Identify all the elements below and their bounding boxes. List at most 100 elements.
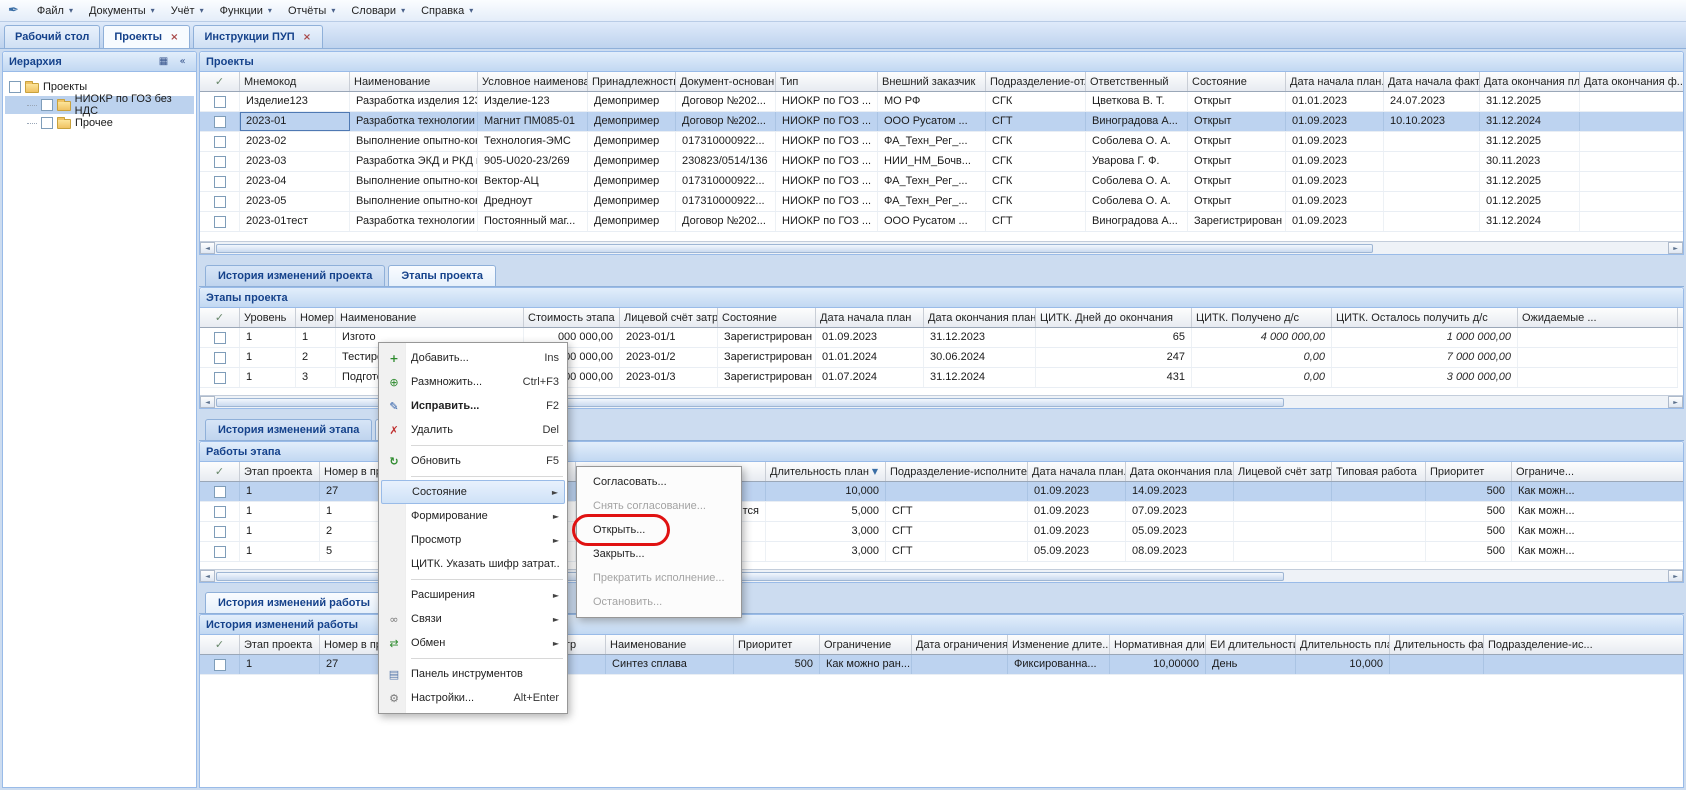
cell[interactable]: 1 bbox=[240, 655, 320, 674]
cell[interactable] bbox=[1580, 152, 1683, 171]
cell[interactable]: Демопример bbox=[588, 192, 676, 211]
checkbox[interactable] bbox=[214, 506, 226, 518]
close-tab-icon[interactable]: × bbox=[302, 32, 312, 43]
row-select-cell[interactable] bbox=[200, 152, 240, 171]
cell[interactable]: 01.01.2024 bbox=[816, 348, 924, 367]
cell[interactable]: Магнит ПМ085-01 bbox=[478, 112, 588, 131]
cell[interactable]: ФА_Техн_Рег_... bbox=[878, 192, 986, 211]
cell[interactable]: НИОКР по ГОЗ ... bbox=[776, 132, 878, 151]
column-header[interactable]: Ожидаемые ... bbox=[1518, 308, 1678, 327]
scroll-right-button[interactable]: ► bbox=[1668, 242, 1683, 254]
cell[interactable]: 2023-01/2 bbox=[620, 348, 718, 367]
cell[interactable]: СГТ bbox=[986, 212, 1086, 231]
cell[interactable]: Изделие123 bbox=[240, 92, 350, 111]
cell[interactable] bbox=[1332, 482, 1426, 501]
scroll-thumb[interactable] bbox=[216, 398, 1284, 407]
cell[interactable]: Демопример bbox=[588, 152, 676, 171]
table-row[interactable]: 2023-03Разработка ЭКД и РКД н...905-U020… bbox=[200, 152, 1683, 172]
cell[interactable]: 07.09.2023 bbox=[1126, 502, 1234, 521]
column-header[interactable]: Дата окончания ф... bbox=[1580, 72, 1683, 91]
cell[interactable]: Договор №202... bbox=[676, 92, 776, 111]
column-header[interactable]: Дата окончания план bbox=[924, 308, 1036, 327]
checkbox[interactable] bbox=[214, 486, 226, 498]
window-tab-0[interactable]: Рабочий стол bbox=[4, 25, 100, 48]
cell[interactable]: СГК bbox=[986, 152, 1086, 171]
menu-item-2[interactable]: Открыть... bbox=[579, 518, 739, 542]
cell[interactable]: 01.09.2023 bbox=[816, 328, 924, 347]
column-header[interactable]: Ограничение bbox=[820, 635, 912, 654]
cell[interactable]: 247 bbox=[1036, 348, 1192, 367]
cell[interactable]: 2023-01тест bbox=[240, 212, 350, 231]
scroll-thumb[interactable] bbox=[216, 572, 1284, 581]
window-tab-2[interactable]: Инструкции ПУП× bbox=[193, 25, 323, 48]
column-header[interactable]: Документ-основан... bbox=[676, 72, 776, 91]
column-header[interactable]: Изменение длите... bbox=[1008, 635, 1110, 654]
cell[interactable]: 5,000 bbox=[766, 502, 886, 521]
table-row[interactable]: 2023-01Разработка технологии и...Магнит … bbox=[200, 112, 1683, 132]
checkbox[interactable] bbox=[214, 372, 226, 384]
cell[interactable]: Уварова Г. Ф. bbox=[1086, 152, 1188, 171]
row-select-cell[interactable] bbox=[200, 542, 240, 561]
checkbox[interactable] bbox=[41, 117, 53, 129]
row-select-cell[interactable] bbox=[200, 655, 240, 674]
checkbox[interactable] bbox=[214, 546, 226, 558]
column-header[interactable]: Нормативная длит bbox=[1110, 635, 1206, 654]
cell[interactable]: Договор №202... bbox=[676, 212, 776, 231]
tab-0[interactable]: История изменений работы bbox=[205, 592, 383, 613]
cell[interactable]: Как можн... bbox=[1512, 542, 1683, 561]
cell[interactable]: 1 bbox=[240, 542, 320, 561]
column-header[interactable]: Дата начала план. bbox=[1028, 462, 1126, 481]
cell[interactable]: 31.12.2025 bbox=[1480, 92, 1580, 111]
checkbox[interactable] bbox=[214, 526, 226, 538]
row-select-cell[interactable] bbox=[200, 132, 240, 151]
cell[interactable]: 3,000 bbox=[766, 522, 886, 541]
cell[interactable]: Фиксированна... bbox=[1008, 655, 1110, 674]
cell[interactable]: 2 bbox=[296, 348, 336, 367]
cell[interactable]: Разработка ЭКД и РКД н... bbox=[350, 152, 478, 171]
cell[interactable]: Разработка изделия 123 bbox=[350, 92, 478, 111]
checkbox[interactable] bbox=[214, 96, 226, 108]
cell[interactable]: 4 000 000,00 bbox=[1192, 328, 1332, 347]
cell[interactable]: НИОКР по ГОЗ ... bbox=[776, 212, 878, 231]
column-header[interactable]: Дата окончания пл... bbox=[1480, 72, 1580, 91]
column-header[interactable]: Номер bbox=[296, 308, 336, 327]
cell[interactable]: 1 bbox=[240, 328, 296, 347]
checkbox[interactable] bbox=[41, 99, 53, 111]
cell[interactable]: 01.09.2023 bbox=[1286, 132, 1384, 151]
menu-item-12[interactable]: ▤Панель инструментов bbox=[381, 662, 565, 686]
cell[interactable]: СГК bbox=[986, 92, 1086, 111]
column-header[interactable]: Принадлежность bbox=[588, 72, 676, 91]
column-header[interactable]: Дата окончания план bbox=[1126, 462, 1234, 481]
cell[interactable]: 1 bbox=[240, 368, 296, 387]
cell[interactable]: 01.01.2023 bbox=[1286, 92, 1384, 111]
cell[interactable]: 2023-01/1 bbox=[620, 328, 718, 347]
cell[interactable]: Дредноут bbox=[478, 192, 588, 211]
cell[interactable]: 01.09.2023 bbox=[1286, 192, 1384, 211]
select-all-header[interactable]: ✓ bbox=[200, 635, 240, 654]
checkbox[interactable] bbox=[214, 659, 226, 671]
cell[interactable]: Открыт bbox=[1188, 92, 1286, 111]
menubar-item-4[interactable]: Отчёты▾ bbox=[280, 3, 343, 19]
table-row[interactable]: 2023-01тестРазработка технологии и...Пос… bbox=[200, 212, 1683, 232]
cell[interactable]: 01.09.2023 bbox=[1286, 212, 1384, 231]
cell[interactable] bbox=[912, 655, 1008, 674]
select-all-header[interactable]: ✓ bbox=[200, 72, 240, 91]
cell[interactable]: СГК bbox=[986, 172, 1086, 191]
cell[interactable] bbox=[1332, 542, 1426, 561]
cell[interactable] bbox=[1580, 192, 1683, 211]
cell[interactable]: Зарегистрирован bbox=[718, 348, 816, 367]
cell[interactable] bbox=[1384, 132, 1480, 151]
cell[interactable] bbox=[1332, 502, 1426, 521]
column-header[interactable]: Ответственный bbox=[1086, 72, 1188, 91]
column-header[interactable]: Наименование bbox=[336, 308, 524, 327]
cell[interactable]: 7 000 000,00 bbox=[1332, 348, 1518, 367]
column-header[interactable]: Наименование bbox=[606, 635, 734, 654]
cell[interactable]: 1 bbox=[240, 502, 320, 521]
column-header[interactable]: ЦИТК. Получено д/с bbox=[1192, 308, 1332, 327]
cell[interactable]: 01.09.2023 bbox=[1286, 172, 1384, 191]
cell[interactable]: Демопример bbox=[588, 132, 676, 151]
cell[interactable]: 500 bbox=[1426, 482, 1512, 501]
cell[interactable]: 1 000 000,00 bbox=[1332, 328, 1518, 347]
tab-0[interactable]: История изменений проекта bbox=[205, 265, 385, 286]
cell[interactable]: НИОКР по ГОЗ ... bbox=[776, 92, 878, 111]
